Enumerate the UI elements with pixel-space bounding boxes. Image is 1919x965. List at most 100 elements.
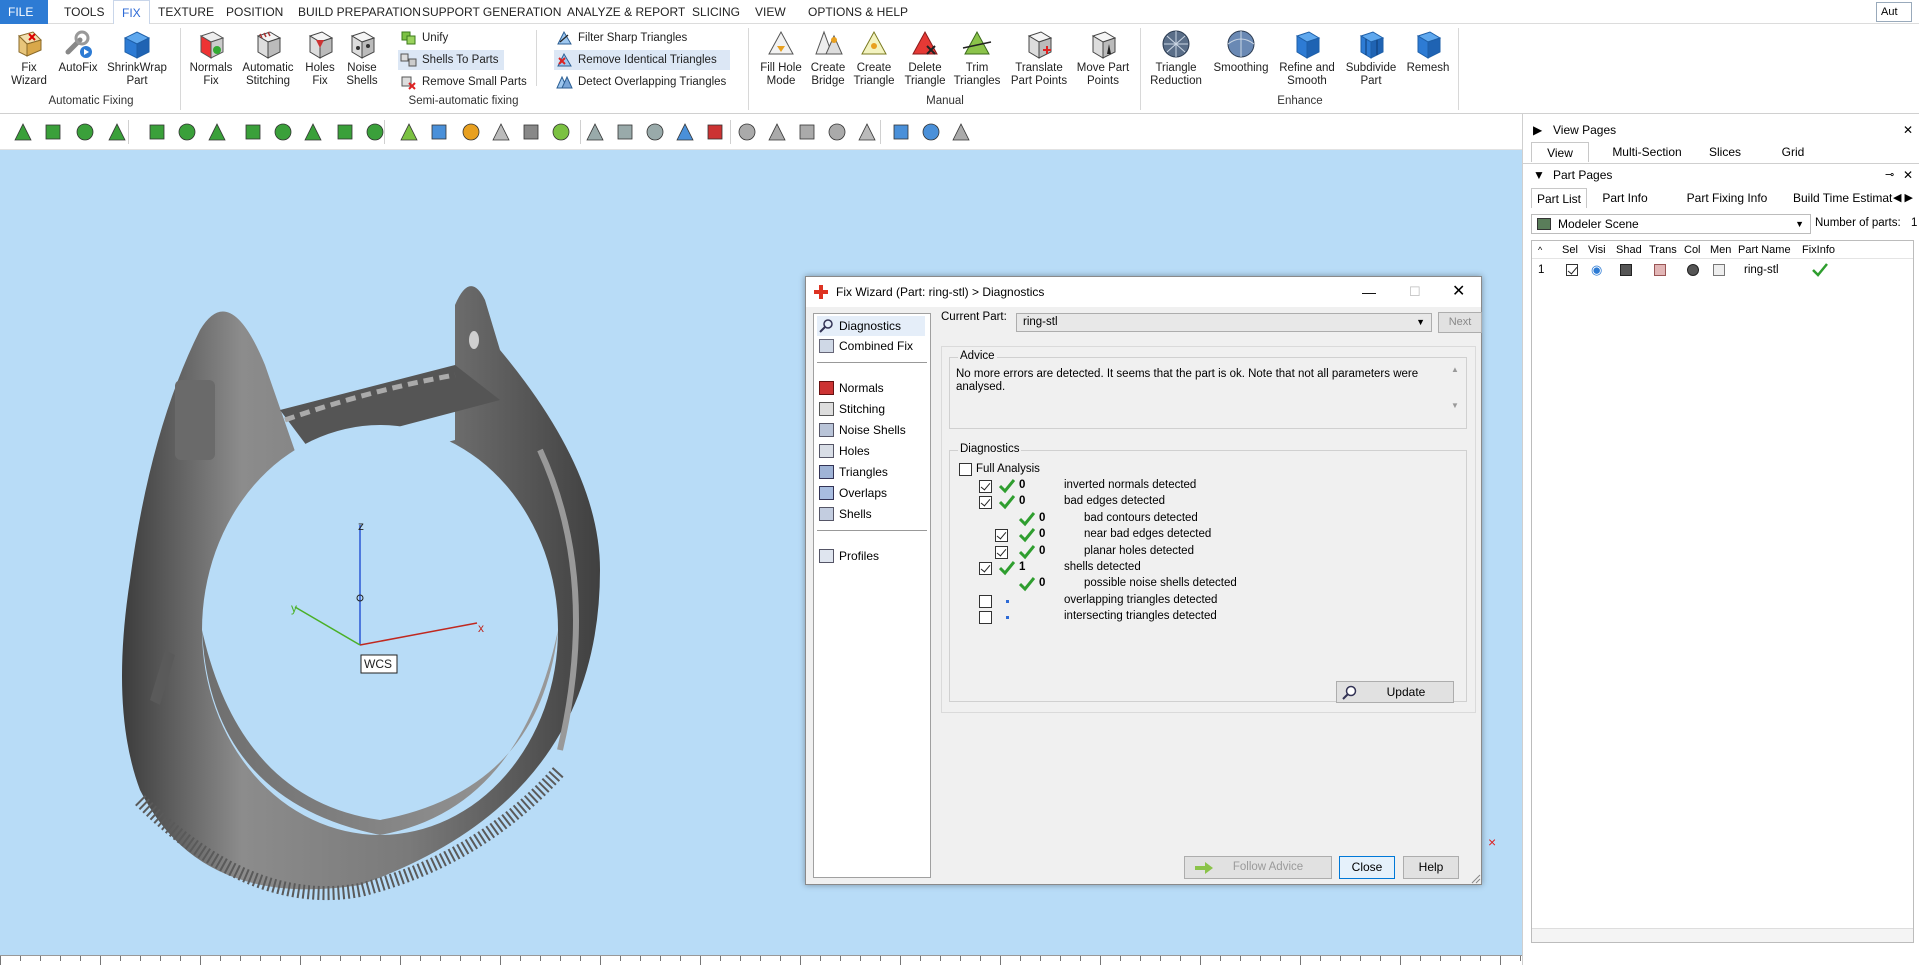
autofix-button[interactable]: AutoFix xyxy=(54,28,102,75)
col-men[interactable]: Men xyxy=(1710,241,1731,259)
toolbar-tool-icon[interactable] xyxy=(42,121,64,143)
toolbar-tool-icon[interactable] xyxy=(920,121,942,143)
remove-identical-triangles-button[interactable]: Remove Identical Triangles xyxy=(554,50,730,70)
toolbar-tool-icon[interactable] xyxy=(890,121,912,143)
toolbar-tool-icon[interactable] xyxy=(826,121,848,143)
toolbar-tool-icon[interactable] xyxy=(364,121,386,143)
filter-sharp-triangles-button[interactable]: Filter Sharp Triangles xyxy=(554,28,687,48)
nav-holes[interactable]: Holes xyxy=(817,441,870,461)
pin-icon[interactable]: ⊸ xyxy=(1885,165,1894,185)
tab-scroll-arrows[interactable]: ◀ ▶ xyxy=(1893,188,1919,208)
tab-part-info[interactable]: Part Info xyxy=(1595,188,1655,208)
col-shade[interactable]: Shad xyxy=(1616,241,1642,259)
holes-fix-button[interactable]: Holes Fix xyxy=(300,28,340,88)
nav-combined-fix[interactable]: Combined Fix xyxy=(817,336,913,356)
help-button[interactable]: Help xyxy=(1403,856,1459,879)
diagnostic-checkbox[interactable] xyxy=(979,594,992,608)
diagnostic-checkbox[interactable] xyxy=(979,496,992,510)
trim-triangles-button[interactable]: Trim Triangles xyxy=(952,28,1002,88)
dialog-titlebar[interactable]: Fix Wizard (Part: ring-stl) > Diagnostic… xyxy=(806,277,1481,307)
diagnostic-checkbox[interactable] xyxy=(995,545,1008,559)
full-analysis-box[interactable] xyxy=(959,463,972,476)
resize-grip-icon[interactable] xyxy=(1469,872,1481,884)
next-button[interactable]: Next xyxy=(1438,312,1482,333)
menu-view[interactable]: VIEW xyxy=(747,0,794,24)
translate-part-points-button[interactable]: Translate Part Points xyxy=(1008,28,1070,88)
tab-slices[interactable]: Slices xyxy=(1699,142,1751,162)
toolbar-tool-icon[interactable] xyxy=(398,121,420,143)
diagnostic-checkbox[interactable] xyxy=(979,611,992,625)
automatic-stitching-button[interactable]: Automatic Stitching xyxy=(240,28,296,88)
menu-texture[interactable]: TEXTURE xyxy=(150,0,222,24)
col-visible[interactable]: Visi xyxy=(1588,241,1606,259)
col-select[interactable]: Sele xyxy=(1562,241,1578,259)
nav-stitching[interactable]: Stitching xyxy=(817,399,885,419)
tab-part-list[interactable]: Part List xyxy=(1531,188,1587,208)
col-part-name[interactable]: Part Name xyxy=(1738,241,1791,259)
col-trans[interactable]: Trans xyxy=(1649,241,1677,259)
create-triangle-button[interactable]: Create Triangle xyxy=(852,28,896,88)
toolbar-tool-icon[interactable] xyxy=(74,121,96,143)
scene-select[interactable]: Modeler Scene ▼ xyxy=(1531,214,1811,234)
toolbar-tool-icon[interactable] xyxy=(796,121,818,143)
toolbar-tool-icon[interactable] xyxy=(302,121,324,143)
toolbar-tool-icon[interactable] xyxy=(490,121,512,143)
horizontal-scrollbar[interactable] xyxy=(1532,928,1913,942)
close-viewport-icon[interactable]: × xyxy=(1488,834,1496,850)
tab-grid[interactable]: Grid xyxy=(1773,142,1813,162)
col-fixinfo[interactable]: FixInfo xyxy=(1802,241,1835,259)
sort-icon[interactable]: ^ xyxy=(1538,241,1542,259)
remesh-button[interactable]: Remesh xyxy=(1404,28,1452,75)
toolbar-tool-icon[interactable] xyxy=(644,121,666,143)
close-button[interactable]: Close xyxy=(1339,856,1395,879)
table-row[interactable]: 1 ◉ ring-stl xyxy=(1532,260,1913,280)
toolbar-tool-icon[interactable] xyxy=(674,121,696,143)
menu-options-help[interactable]: OPTIONS & HELP xyxy=(800,0,916,24)
part-pages-header[interactable]: ▼ Part Pages ⊸ ✕ xyxy=(1523,165,1919,185)
smoothing-button[interactable]: Smoothing xyxy=(1210,28,1272,75)
menu-fix[interactable]: FIX xyxy=(113,0,150,25)
toolbar-tool-icon[interactable] xyxy=(550,121,572,143)
normals-fix-button[interactable]: Normals Fix xyxy=(186,28,236,88)
tab-part-fixing-info[interactable]: Part Fixing Info xyxy=(1665,188,1789,208)
select-checkbox[interactable] xyxy=(1566,264,1578,276)
toolbar-tool-icon[interactable] xyxy=(614,121,636,143)
diagnostic-checkbox[interactable] xyxy=(979,480,992,493)
toolbar-tool-icon[interactable] xyxy=(146,121,168,143)
color-icon[interactable] xyxy=(1687,264,1699,276)
shells-to-parts-button[interactable]: Shells To Parts xyxy=(398,50,504,70)
current-part-select[interactable]: ring-stl ▼ xyxy=(1016,313,1432,332)
toolbar-tool-icon[interactable] xyxy=(584,121,606,143)
eye-icon[interactable]: ◉ xyxy=(1591,263,1602,277)
col-col[interactable]: Col xyxy=(1684,241,1701,259)
move-part-points-button[interactable]: Move Part Points xyxy=(1074,28,1132,88)
detect-overlapping-triangles-button[interactable]: Detect Overlapping Triangles xyxy=(554,72,726,92)
transparency-icon[interactable] xyxy=(1654,264,1666,276)
fix-wizard-button[interactable]: Fix Wizard xyxy=(6,28,52,88)
follow-advice-button[interactable]: Follow Advice xyxy=(1184,856,1332,879)
noise-shells-button[interactable]: Noise Shells xyxy=(342,28,382,88)
menu-build-preparation[interactable]: BUILD PREPARATION xyxy=(290,0,429,24)
toolbar-tool-icon[interactable] xyxy=(12,121,34,143)
menu-slicing[interactable]: SLICING xyxy=(684,0,748,24)
toolbar-tool-icon[interactable] xyxy=(272,121,294,143)
fill-hole-mode-button[interactable]: Fill Hole Mode xyxy=(756,28,806,88)
refine-and-smooth-button[interactable]: Refine and Smooth xyxy=(1276,28,1338,88)
update-button[interactable]: Update xyxy=(1336,681,1454,703)
shade-icon[interactable] xyxy=(1620,264,1632,276)
toolbar-tool-icon[interactable] xyxy=(856,121,878,143)
mesh-icon[interactable] xyxy=(1713,264,1725,276)
toolbar-tool-icon[interactable] xyxy=(242,121,264,143)
diagnostic-checkbox[interactable] xyxy=(979,562,992,575)
close-view-pages-icon[interactable]: ✕ xyxy=(1903,120,1913,140)
toolbar-tool-icon[interactable] xyxy=(950,121,972,143)
nav-normals[interactable]: Normals xyxy=(817,378,884,398)
toolbar-tool-icon[interactable] xyxy=(766,121,788,143)
menu-support-generation[interactable]: SUPPORT GENERATION xyxy=(414,0,569,24)
advice-scrollbar[interactable]: ▲ ▼ xyxy=(1448,364,1462,422)
close-icon[interactable]: ✕ xyxy=(1452,277,1465,307)
tab-multi-section[interactable]: Multi-Section xyxy=(1603,142,1691,162)
toolbar-tool-icon[interactable] xyxy=(106,121,128,143)
toolbar-tool-icon[interactable] xyxy=(460,121,482,143)
menu-position[interactable]: POSITION xyxy=(218,0,291,24)
